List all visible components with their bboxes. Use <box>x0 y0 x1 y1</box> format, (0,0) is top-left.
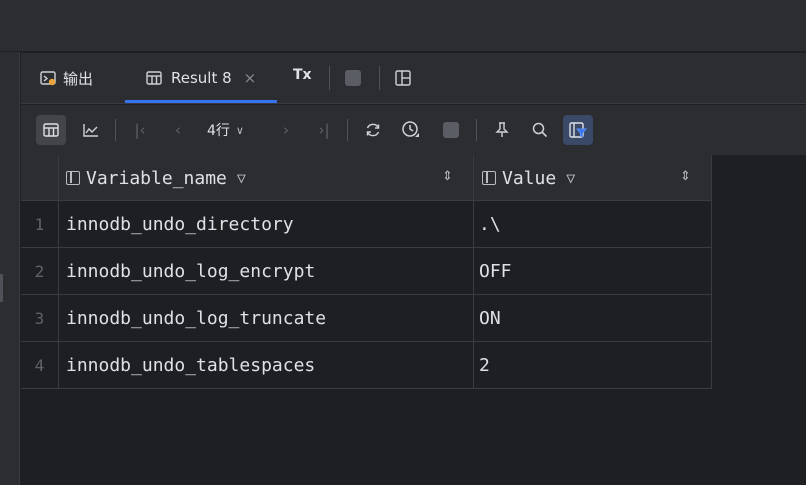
cell-value[interactable]: 2 <box>479 342 490 388</box>
tab-output[interactable]: 输出 <box>39 53 93 103</box>
column-line <box>711 295 712 342</box>
table-row[interactable]: 4 innodb_undo_tablespaces 2 <box>21 342 712 389</box>
row-number: 1 <box>21 201 59 247</box>
column-divider <box>711 155 712 201</box>
row-number-header <box>21 155 59 201</box>
pin-icon[interactable] <box>487 115 517 145</box>
column-line <box>473 248 474 295</box>
first-page-icon[interactable]: |‹ <box>125 115 155 145</box>
scroll-marker[interactable] <box>0 274 3 302</box>
filter-panel-icon[interactable] <box>563 115 593 145</box>
cell-variable-name[interactable]: innodb_undo_log_truncate <box>66 295 326 341</box>
table-row[interactable]: 1 innodb_undo_directory .\ <box>21 201 712 248</box>
divider <box>115 119 116 141</box>
row-number: 4 <box>21 342 59 388</box>
active-tab-indicator <box>125 100 277 103</box>
column-divider[interactable] <box>473 155 474 201</box>
column-line <box>711 201 712 248</box>
top-strip <box>0 0 806 52</box>
stop-icon[interactable] <box>443 122 459 138</box>
cell-variable-name[interactable]: innodb_undo_tablespaces <box>66 342 315 388</box>
row-number: 2 <box>21 248 59 294</box>
results-tabs-bar: 输出 Result 8 × Tx <box>21 53 806 104</box>
cell-value[interactable]: .\ <box>479 201 501 247</box>
column-line <box>473 201 474 248</box>
table-row[interactable]: 3 innodb_undo_log_truncate ON <box>21 295 712 342</box>
prev-page-icon[interactable]: ‹ <box>163 115 193 145</box>
table-icon <box>146 71 162 85</box>
column-line <box>473 342 474 389</box>
filter-icon[interactable]: ▽ <box>237 169 246 187</box>
stop-icon[interactable] <box>345 70 361 86</box>
column-line <box>711 248 712 295</box>
table-view-icon[interactable] <box>36 115 66 145</box>
refresh-icon[interactable] <box>358 115 388 145</box>
transaction-mode-button[interactable]: Tx <box>293 67 317 89</box>
row-count-selector[interactable]: 4行 ∨ <box>207 115 244 145</box>
column-title: Value <box>502 167 557 189</box>
tab-result-label: Result 8 <box>171 69 232 87</box>
left-gutter <box>0 52 20 485</box>
results-toolbar: |‹ ‹ 4行 ∨ › ›| <box>21 105 806 155</box>
sort-icon[interactable]: ⇕ <box>442 169 453 184</box>
grid-header: Variable_name ▽ ⇕ Value ▽ ⇕ <box>21 155 712 201</box>
table-row[interactable]: 2 innodb_undo_log_encrypt OFF <box>21 248 712 295</box>
divider <box>329 66 330 90</box>
chart-icon[interactable] <box>76 115 106 145</box>
close-icon[interactable]: × <box>244 69 257 87</box>
tx-label: Tx <box>293 67 312 83</box>
column-line <box>473 295 474 342</box>
row-number: 3 <box>21 295 59 341</box>
column-line <box>711 342 712 389</box>
divider <box>476 119 477 141</box>
filter-icon[interactable]: ▽ <box>566 169 575 187</box>
cell-variable-name[interactable]: innodb_undo_directory <box>66 201 294 247</box>
cell-variable-name[interactable]: innodb_undo_log_encrypt <box>66 248 315 294</box>
terminal-icon <box>40 71 56 86</box>
divider <box>379 66 380 90</box>
column-icon <box>482 171 496 185</box>
cell-value[interactable]: ON <box>479 295 501 341</box>
query-results-window: 输出 Result 8 × Tx |‹ ‹ 4行 ∨ › ›| Variable… <box>0 0 806 485</box>
cell-value[interactable]: OFF <box>479 248 512 294</box>
next-page-icon[interactable]: › <box>271 115 301 145</box>
row-count-label: 4行 <box>207 123 230 139</box>
column-title: Variable_name <box>86 167 227 189</box>
window-layout-icon[interactable] <box>394 69 412 87</box>
divider <box>347 119 348 141</box>
search-icon[interactable] <box>525 115 555 145</box>
history-icon[interactable] <box>396 115 426 145</box>
last-page-icon[interactable]: ›| <box>309 115 339 145</box>
tab-result-8[interactable]: Result 8 × <box>125 53 277 103</box>
column-icon <box>66 171 80 185</box>
tab-output-label: 输出 <box>63 69 94 88</box>
column-header-value[interactable]: Value ▽ <box>482 155 575 201</box>
column-header-variable-name[interactable]: Variable_name ▽ <box>66 155 246 201</box>
chevron-down-icon: ∨ <box>235 123 244 137</box>
sort-icon[interactable]: ⇕ <box>680 169 691 184</box>
